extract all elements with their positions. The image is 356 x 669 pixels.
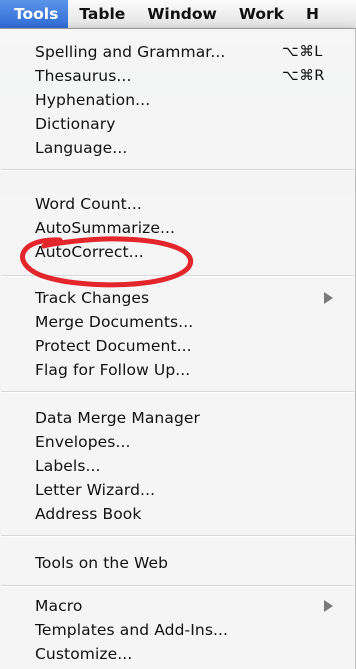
menu-separator: [1, 535, 354, 537]
menu-item-label: Customize...: [35, 645, 133, 663]
menu-item-spelling-grammar[interactable]: Spelling and Grammar... ⌥⌘L: [0, 40, 356, 64]
menu-item-protect-document[interactable]: Protect Document...: [0, 334, 356, 358]
menu-item-label: Templates and Add-Ins...: [35, 621, 229, 639]
menu-item-label: Labels...: [35, 457, 101, 475]
menu-item-label: AutoSummarize...: [35, 219, 176, 237]
menu-item-customize[interactable]: Customize...: [0, 642, 356, 666]
menu-item-templates-addins[interactable]: Templates and Add-Ins...: [0, 618, 356, 642]
menu-item-label: Thesaurus...: [35, 67, 132, 85]
menu-item-label: Protect Document...: [35, 337, 192, 355]
menu-item-language[interactable]: Language...: [0, 136, 356, 160]
menu-item-word-count[interactable]: Word Count...: [0, 192, 356, 216]
menubar-help[interactable]: H: [295, 0, 330, 28]
menu-separator: [1, 169, 354, 171]
menu-item-label: Language...: [35, 139, 128, 157]
menu-item-address-book[interactable]: Address Book: [0, 502, 356, 526]
menu-separator: [1, 275, 354, 277]
menu-item-label: Macro: [35, 597, 83, 615]
menu-item-label: Hyphenation...: [35, 91, 151, 109]
menu-item-shortcut: ⌥⌘L: [282, 44, 323, 60]
menu-item-envelopes[interactable]: Envelopes...: [0, 430, 356, 454]
menu-item-flag-follow-up[interactable]: Flag for Follow Up...: [0, 358, 356, 382]
menubar-work[interactable]: Work: [228, 0, 295, 28]
menu-item-label: AutoCorrect...: [35, 243, 144, 261]
menu-item-label: Spelling and Grammar...: [35, 43, 226, 61]
menu-item-merge-documents[interactable]: Merge Documents...: [0, 310, 356, 334]
submenu-arrow-icon: [324, 292, 333, 304]
submenu-arrow-icon: [324, 600, 333, 612]
menu-item-tools-on-web[interactable]: Tools on the Web: [0, 551, 356, 575]
menu-item-label: Track Changes: [35, 289, 150, 307]
menu-item-autocorrect[interactable]: AutoCorrect...: [0, 240, 356, 264]
menu-item-thesaurus[interactable]: Thesaurus... ⌥⌘R: [0, 64, 356, 88]
menu-item-macro[interactable]: Macro: [0, 594, 356, 618]
menu-item-hyphenation[interactable]: Hyphenation...: [0, 88, 356, 112]
menu-item-label: Dictionary: [35, 115, 116, 133]
menubar-tools[interactable]: Tools: [0, 0, 69, 28]
tools-menu-dropdown: Spelling and Grammar... ⌥⌘L Thesaurus...…: [0, 29, 356, 669]
menu-item-label: Tools on the Web: [35, 554, 169, 572]
menu-separator: [1, 391, 354, 393]
menu-item-track-changes[interactable]: Track Changes: [0, 286, 356, 310]
menu-item-shortcut: ⌥⌘R: [282, 68, 325, 84]
menubar-table[interactable]: Table: [68, 0, 136, 28]
menu-separator: [1, 585, 354, 587]
menu-item-letter-wizard[interactable]: Letter Wizard...: [0, 478, 356, 502]
menu-item-label: Merge Documents...: [35, 313, 194, 331]
menu-item-label: Envelopes...: [35, 433, 131, 451]
menu-item-label: Letter Wizard...: [35, 481, 156, 499]
menu-item-autosummarize[interactable]: AutoSummarize...: [0, 216, 356, 240]
menu-item-label: Address Book: [35, 505, 142, 523]
menu-item-label: Word Count...: [35, 195, 142, 213]
menu-bar: Tools Table Window Work H: [0, 0, 356, 29]
menu-item-label: Flag for Follow Up...: [35, 361, 191, 379]
menubar-window[interactable]: Window: [136, 0, 228, 28]
menu-item-label: Data Merge Manager: [35, 409, 200, 427]
menu-item-labels[interactable]: Labels...: [0, 454, 356, 478]
menu-item-data-merge-manager[interactable]: Data Merge Manager: [0, 406, 356, 430]
menu-item-dictionary[interactable]: Dictionary: [0, 112, 356, 136]
